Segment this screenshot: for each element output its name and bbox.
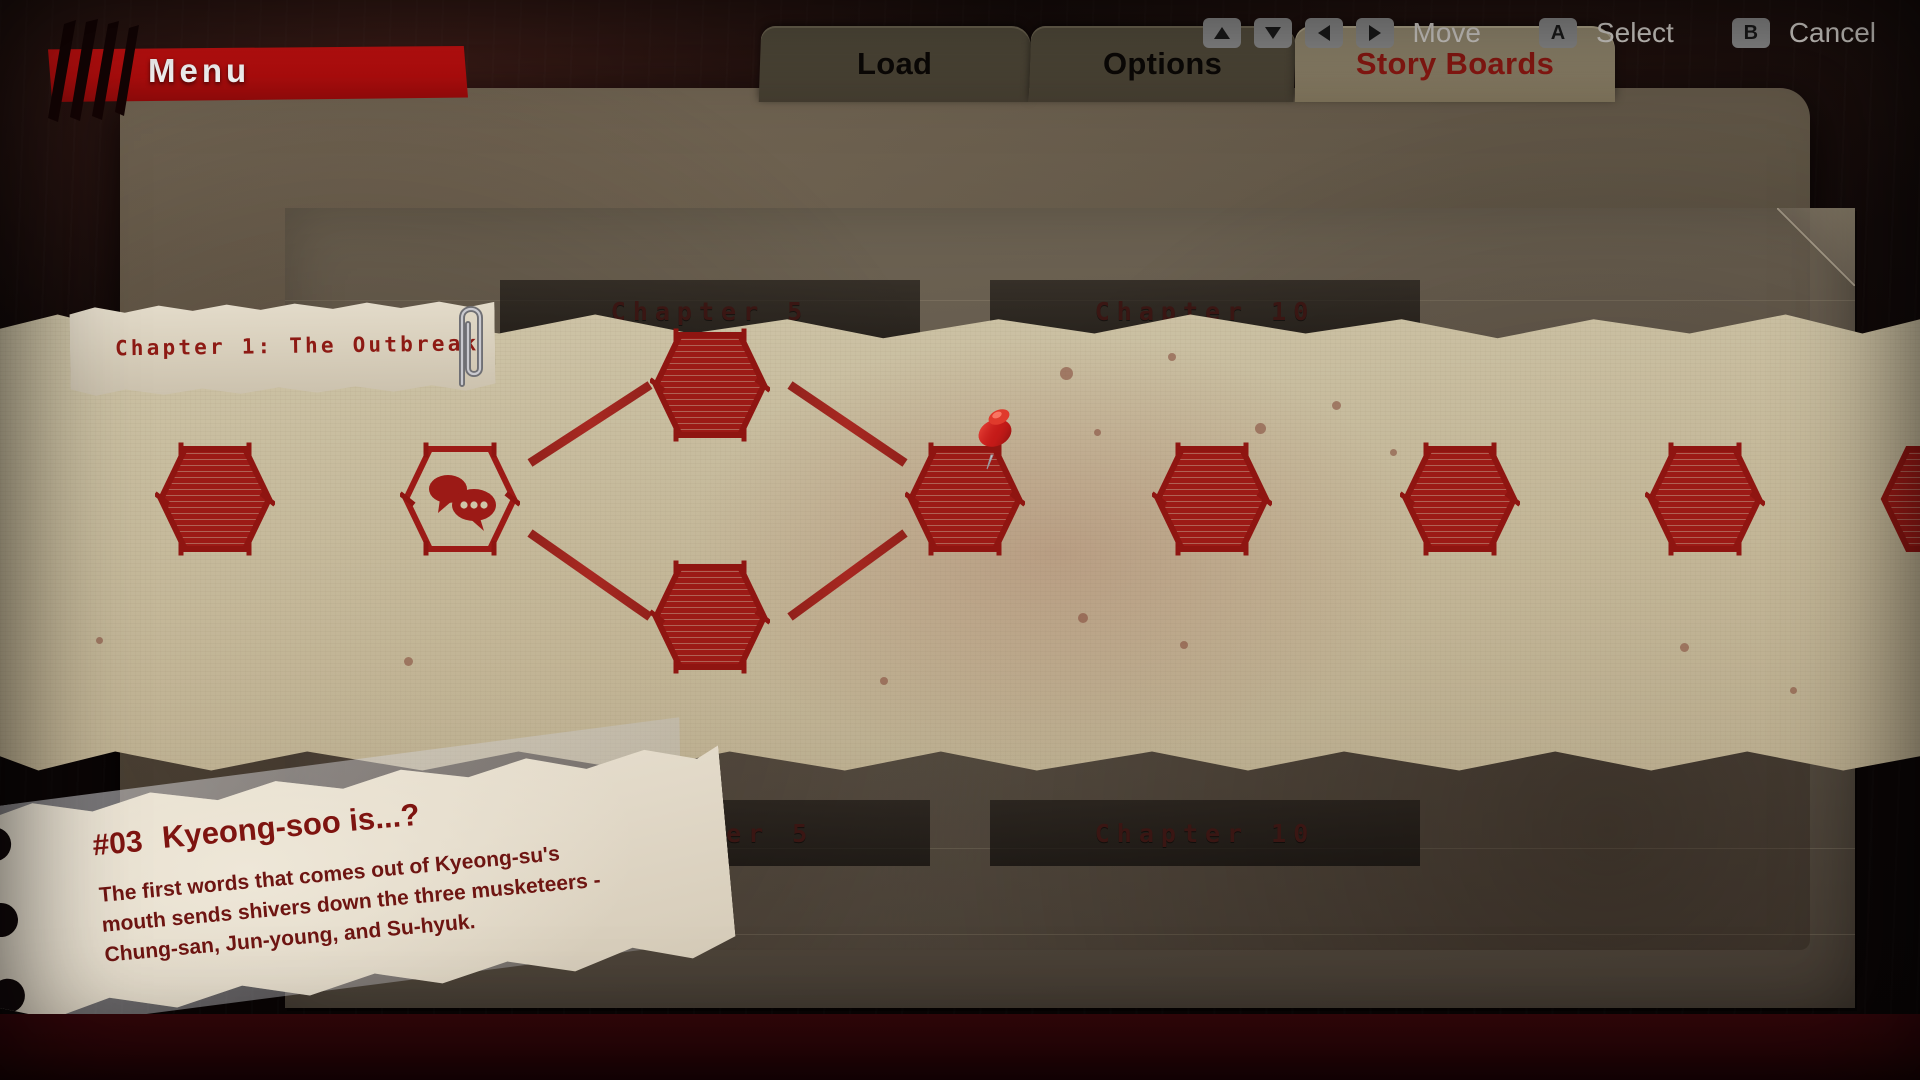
story-node-n3[interactable] [648, 325, 772, 443]
story-node-n8[interactable] [1643, 439, 1767, 557]
button-b-letter: B [1743, 21, 1759, 44]
paperclip-icon [459, 306, 483, 387]
binder-holes-icon [0, 817, 50, 1021]
note-paper: #03 Kyeong-soo is...? The first words th… [0, 736, 738, 1030]
edge-n5-n4 [787, 529, 908, 621]
tab-load-label: Load [857, 46, 933, 81]
menu-title: Menu [148, 52, 251, 89]
edge-n3-n4 [787, 381, 908, 467]
dpad-left-icon[interactable] [1304, 18, 1343, 48]
bottom-control-bar [0, 1014, 1920, 1080]
dpad-right-icon[interactable] [1355, 18, 1394, 48]
dpad-up-icon[interactable] [1202, 18, 1241, 48]
story-node-n6[interactable] [1150, 439, 1274, 557]
story-node-n2[interactable] [398, 439, 522, 557]
story-node-n4-selected[interactable] [903, 439, 1027, 557]
button-b-icon[interactable]: B [1731, 18, 1770, 48]
speech-bubble-icon [429, 475, 496, 531]
chapter-label-text: Chapter 1: The Outbreak [114, 331, 480, 361]
dogear-crease [1777, 208, 1855, 286]
story-node-n5[interactable] [648, 557, 772, 675]
control-hints: Move A Select B Cancel [1202, 0, 1886, 66]
dpad-down-icon[interactable] [1253, 18, 1292, 48]
chapter-label-card[interactable]: Chapter 1: The Outbreak [69, 297, 495, 399]
story-node-n1[interactable] [153, 439, 277, 557]
menu-banner: Menu [0, 19, 470, 122]
tab-load[interactable]: Load [758, 26, 1032, 102]
button-a-icon[interactable]: A [1539, 18, 1577, 48]
hint-label-cancel: Cancel [1788, 17, 1876, 48]
background-chapter-row-10-lower-label: Chapter 10 [1094, 818, 1316, 848]
hint-label-move: Move [1412, 17, 1481, 48]
note-body: The first words that comes out of Kyeong… [98, 842, 602, 967]
story-node-n9[interactable] [1878, 439, 1920, 557]
game-menu-screen: Chapter 5 Chapter 10 Chapter 5 Chapter 1… [0, 0, 1920, 1080]
edge-n2-n5 [527, 529, 653, 621]
hint-label-select: Select [1596, 17, 1674, 48]
story-node-n7[interactable] [1398, 439, 1522, 557]
note-number: #03 [91, 824, 145, 863]
background-chapter-row-10-lower[interactable]: Chapter 10 [990, 800, 1420, 866]
claw-marks-icon [48, 19, 139, 122]
note-title: Kyeong-soo is...? [160, 796, 422, 855]
button-a-letter: A [1550, 21, 1566, 44]
edge-n2-n3 [527, 381, 653, 467]
